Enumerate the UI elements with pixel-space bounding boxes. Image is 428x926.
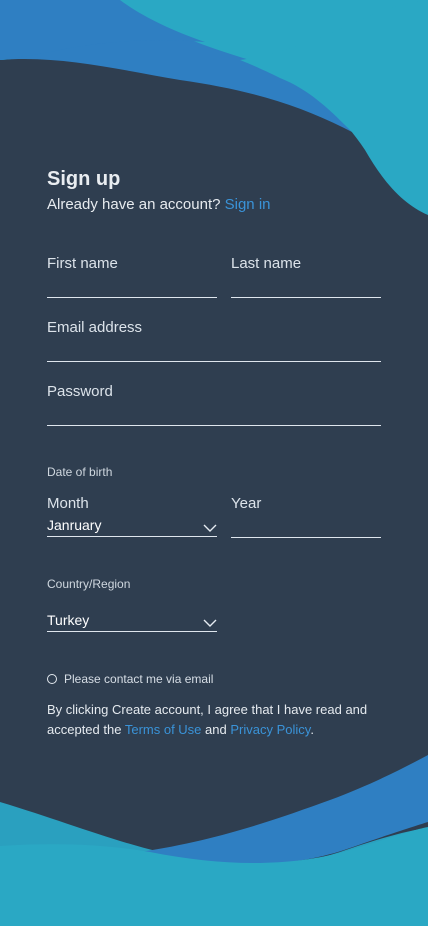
- year-field[interactable]: Year: [231, 494, 381, 538]
- signup-page: Sign up Already have an account? Sign in…: [0, 0, 428, 926]
- legal-text: By clicking Create account, I agree that…: [47, 700, 377, 740]
- email-input[interactable]: [47, 343, 381, 359]
- email-field[interactable]: Email address: [47, 318, 381, 362]
- bottom-wave-light: [0, 827, 428, 926]
- country-value: Turkey: [47, 612, 90, 628]
- legal-period: .: [310, 722, 314, 737]
- password-label: Password: [47, 383, 113, 400]
- top-right-wave: [240, 0, 428, 139]
- first-name-field[interactable]: First name: [47, 254, 217, 298]
- year-input[interactable]: [231, 519, 381, 535]
- dob-label: Date of birth: [47, 465, 113, 479]
- country-select[interactable]: Turkey: [47, 606, 217, 632]
- first-name-input[interactable]: [47, 279, 217, 295]
- signin-link[interactable]: Sign in: [225, 196, 271, 213]
- radio-circle-icon[interactable]: [47, 674, 57, 684]
- last-name-label: Last name: [231, 255, 302, 272]
- year-label: Year: [231, 495, 262, 512]
- page-title: Sign up: [47, 168, 121, 190]
- first-name-label: First name: [47, 255, 118, 272]
- top-wave-dark: [0, 0, 352, 132]
- password-input[interactable]: [47, 407, 381, 423]
- chevron-down-icon: [203, 524, 217, 532]
- top-wave-dark-2: [0, 0, 205, 60]
- signin-prompt: Already have an account? Sign in: [47, 195, 381, 215]
- password-field[interactable]: Password: [47, 382, 381, 426]
- privacy-policy-link[interactable]: Privacy Policy: [230, 722, 310, 737]
- month-value: Janruary: [47, 517, 102, 533]
- legal-and: and: [205, 722, 227, 737]
- last-name-field[interactable]: Last name: [231, 254, 381, 298]
- signin-prompt-text: Already have an account?: [47, 196, 221, 213]
- contact-checkbox-row[interactable]: Please contact me via email: [47, 671, 213, 687]
- country-label: Country/Region: [47, 577, 131, 591]
- chevron-down-icon: [203, 619, 217, 627]
- signup-header: Sign up Already have an account? Sign in: [47, 166, 381, 215]
- month-label: Month: [47, 495, 89, 512]
- month-select[interactable]: Month Janruary: [47, 494, 217, 537]
- background-waves: [0, 0, 428, 926]
- last-name-input[interactable]: [231, 279, 381, 295]
- terms-of-use-link[interactable]: Terms of Use: [125, 722, 202, 737]
- email-label: Email address: [47, 319, 143, 336]
- bottom-wave-dark: [125, 755, 428, 866]
- bottom-wave-mid: [0, 802, 428, 926]
- contact-checkbox-label: Please contact me via email: [64, 672, 214, 686]
